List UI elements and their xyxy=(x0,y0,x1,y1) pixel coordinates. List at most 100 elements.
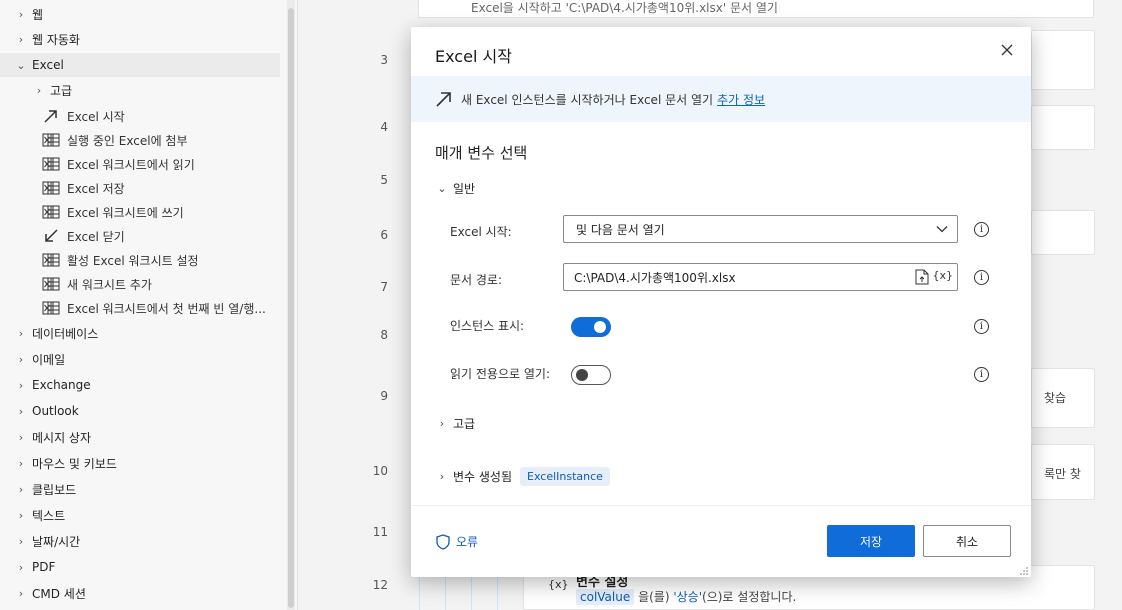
chevron-right-icon: › xyxy=(18,352,24,366)
sidebar-item-first-empty-row[interactable]: Excel 워크시트에서 첫 번째 빈 열/행... xyxy=(42,296,266,320)
sidebar-group-excel[interactable]: ⌄ Excel xyxy=(0,53,280,77)
sidebar-group-label: 마우스 및 키보드 xyxy=(32,456,117,471)
errors-button[interactable]: 오류 xyxy=(435,533,478,550)
close-button[interactable] xyxy=(997,41,1017,61)
advanced-group-toggle[interactable]: › 고급 xyxy=(435,415,475,432)
flow-step-card[interactable] xyxy=(1031,210,1095,255)
sidebar-scrollbar-thumb[interactable] xyxy=(288,8,294,608)
chevron-right-icon: › xyxy=(439,417,445,430)
sidebar-group-email[interactable]: › 이메일 xyxy=(14,347,65,371)
info-icon[interactable]: i xyxy=(974,222,989,237)
instance-visible-toggle[interactable] xyxy=(571,317,611,337)
chevron-right-icon: › xyxy=(18,586,24,600)
variable-badge[interactable]: ExcelInstance xyxy=(520,467,610,486)
sidebar-item-label: Excel 닫기 xyxy=(67,229,125,244)
sidebar-item-set-active-worksheet[interactable]: 활성 Excel 워크시트 설정 xyxy=(42,248,199,272)
excel-sheet-icon xyxy=(42,276,60,292)
launch-excel-label: Excel 시작: xyxy=(450,225,512,239)
info-icon[interactable]: i xyxy=(974,270,989,285)
section-title: 매개 변수 선택 xyxy=(435,144,528,162)
sidebar-group-cmd-session[interactable]: › CMD 세션 xyxy=(14,581,86,605)
sidebar-scrollbar[interactable] xyxy=(287,0,295,610)
flow-step-card[interactable]: 록만 찾 xyxy=(1031,444,1095,500)
sidebar-group-label: Excel xyxy=(32,58,64,72)
flow-step-card[interactable]: 찾습 xyxy=(1031,368,1095,428)
sidebar-group-pdf[interactable]: › PDF xyxy=(14,555,56,579)
sidebar-item-label: Excel 워크시트에서 첫 번째 빈 열/행... xyxy=(67,301,266,316)
variables-produced-toggle[interactable]: › 변수 생성됨 ExcelInstance xyxy=(435,467,610,486)
line-number: 4 xyxy=(380,120,388,134)
cancel-button[interactable]: 취소 xyxy=(923,525,1011,557)
sidebar-subgroup-advanced[interactable]: › 고급 xyxy=(32,78,72,102)
close-icon xyxy=(1001,44,1013,59)
sidebar-group-message-box[interactable]: › 메시지 상자 xyxy=(14,425,91,449)
line-number: 12 xyxy=(372,578,388,592)
sidebar-group-database[interactable]: › 데이터베이스 xyxy=(14,321,98,345)
flow-step-text: 을(를) xyxy=(638,590,670,604)
chevron-right-icon: › xyxy=(18,560,24,574)
sidebar-item-read-worksheet[interactable]: Excel 워크시트에서 읽기 xyxy=(42,152,195,176)
sidebar-group-label: 클립보드 xyxy=(32,482,77,497)
sidebar-group-mouse-keyboard[interactable]: › 마우스 및 키보드 xyxy=(14,451,117,475)
file-select-icon[interactable] xyxy=(915,269,929,285)
sidebar-group-web-automation[interactable]: › 웹 자동화 xyxy=(14,27,80,51)
sidebar-group-text[interactable]: › 텍스트 xyxy=(14,503,65,527)
sidebar-group-label: Exchange xyxy=(32,378,91,392)
chevron-right-icon: › xyxy=(18,482,24,496)
group-label: 변수 생성됨 xyxy=(453,470,513,484)
sidebar-item-label: Excel 워크시트에 쓰기 xyxy=(67,205,184,220)
sidebar-item-launch-excel[interactable]: Excel 시작 xyxy=(42,104,125,128)
general-group-toggle[interactable]: ⌄ 일반 xyxy=(435,180,475,197)
flow-step-text: 록만 찾 xyxy=(1044,467,1081,481)
info-icon[interactable]: i xyxy=(974,367,989,382)
variable-icon: {x} xyxy=(548,578,569,591)
chevron-right-icon: › xyxy=(18,534,24,548)
chevron-down-icon: ⌄ xyxy=(16,58,26,72)
more-info-link[interactable]: 추가 정보 xyxy=(717,91,765,108)
excel-sheet-icon xyxy=(42,204,60,220)
variable-picker-icon[interactable]: {x} xyxy=(932,269,953,282)
save-button[interactable]: 저장 xyxy=(827,525,915,557)
sidebar-group-label: 데이터베이스 xyxy=(32,326,99,341)
chevron-down-icon xyxy=(935,222,949,236)
sidebar-group-clipboard[interactable]: › 클립보드 xyxy=(14,477,76,501)
actions-sidebar: › 웹 › 웹 자동화 ⌄ Excel › 고급 Excel 시작 실행 중인 … xyxy=(0,0,298,610)
excel-sheet-icon xyxy=(42,252,60,268)
sidebar-item-attach-excel[interactable]: 실행 중인 Excel에 첨부 xyxy=(42,128,188,152)
variable-token: colValue xyxy=(576,589,635,605)
sidebar-group-datetime[interactable]: › 날짜/시간 xyxy=(14,529,80,553)
chevron-right-icon: › xyxy=(18,508,24,522)
sidebar-item-close-excel[interactable]: Excel 닫기 xyxy=(42,224,125,248)
line-number: 3 xyxy=(380,53,388,67)
shield-icon xyxy=(435,533,451,550)
sidebar-item-label: Excel 저장 xyxy=(67,181,125,196)
document-path-value: C:\PAD\4.시가총액100위.xlsx xyxy=(574,270,736,285)
sidebar-item-add-worksheet[interactable]: 새 워크시트 추가 xyxy=(42,272,152,296)
info-icon[interactable]: i xyxy=(974,319,989,334)
excel-sheet-icon xyxy=(42,156,60,172)
sidebar-group-label: 웹 자동화 xyxy=(32,32,80,47)
sidebar-item-save-excel[interactable]: Excel 저장 xyxy=(42,176,125,200)
sidebar-group-label: 이메일 xyxy=(32,352,66,367)
excel-sheet-icon xyxy=(42,132,60,148)
banner-text: 새 Excel 인스턴스를 시작하거나 Excel 문서 열기 xyxy=(461,92,714,107)
sidebar-group-exchange[interactable]: › Exchange xyxy=(14,373,91,397)
launch-excel-dropdown[interactable]: 및 다음 문서 열기 xyxy=(563,215,958,243)
chevron-right-icon: › xyxy=(18,456,24,470)
document-path-input[interactable]: C:\PAD\4.시가총액100위.xlsx {x} xyxy=(563,263,958,291)
flow-step-card[interactable]: Excel을 시작하고 'C:\PAD\4.시가총액10위.xlsx' 문서 열… xyxy=(418,0,1094,18)
sidebar-group-outlook[interactable]: › Outlook xyxy=(14,399,79,423)
excel-sheet-icon xyxy=(42,180,60,196)
errors-label: 오류 xyxy=(456,535,479,549)
sidebar-group-label: CMD 세션 xyxy=(32,586,86,601)
sidebar-group-web[interactable]: › 웹 xyxy=(14,2,43,26)
resize-grip-icon[interactable] xyxy=(1019,565,1029,575)
sidebar-item-write-worksheet[interactable]: Excel 워크시트에 쓰기 xyxy=(42,200,184,224)
arrow-up-right-icon xyxy=(435,90,453,108)
chevron-right-icon: › xyxy=(18,430,24,444)
flow-step-card[interactable] xyxy=(1031,30,1095,90)
read-only-toggle[interactable] xyxy=(571,365,611,385)
flow-step-card[interactable] xyxy=(1031,105,1095,150)
toggle-knob xyxy=(594,321,606,333)
chevron-right-icon: › xyxy=(18,7,24,21)
